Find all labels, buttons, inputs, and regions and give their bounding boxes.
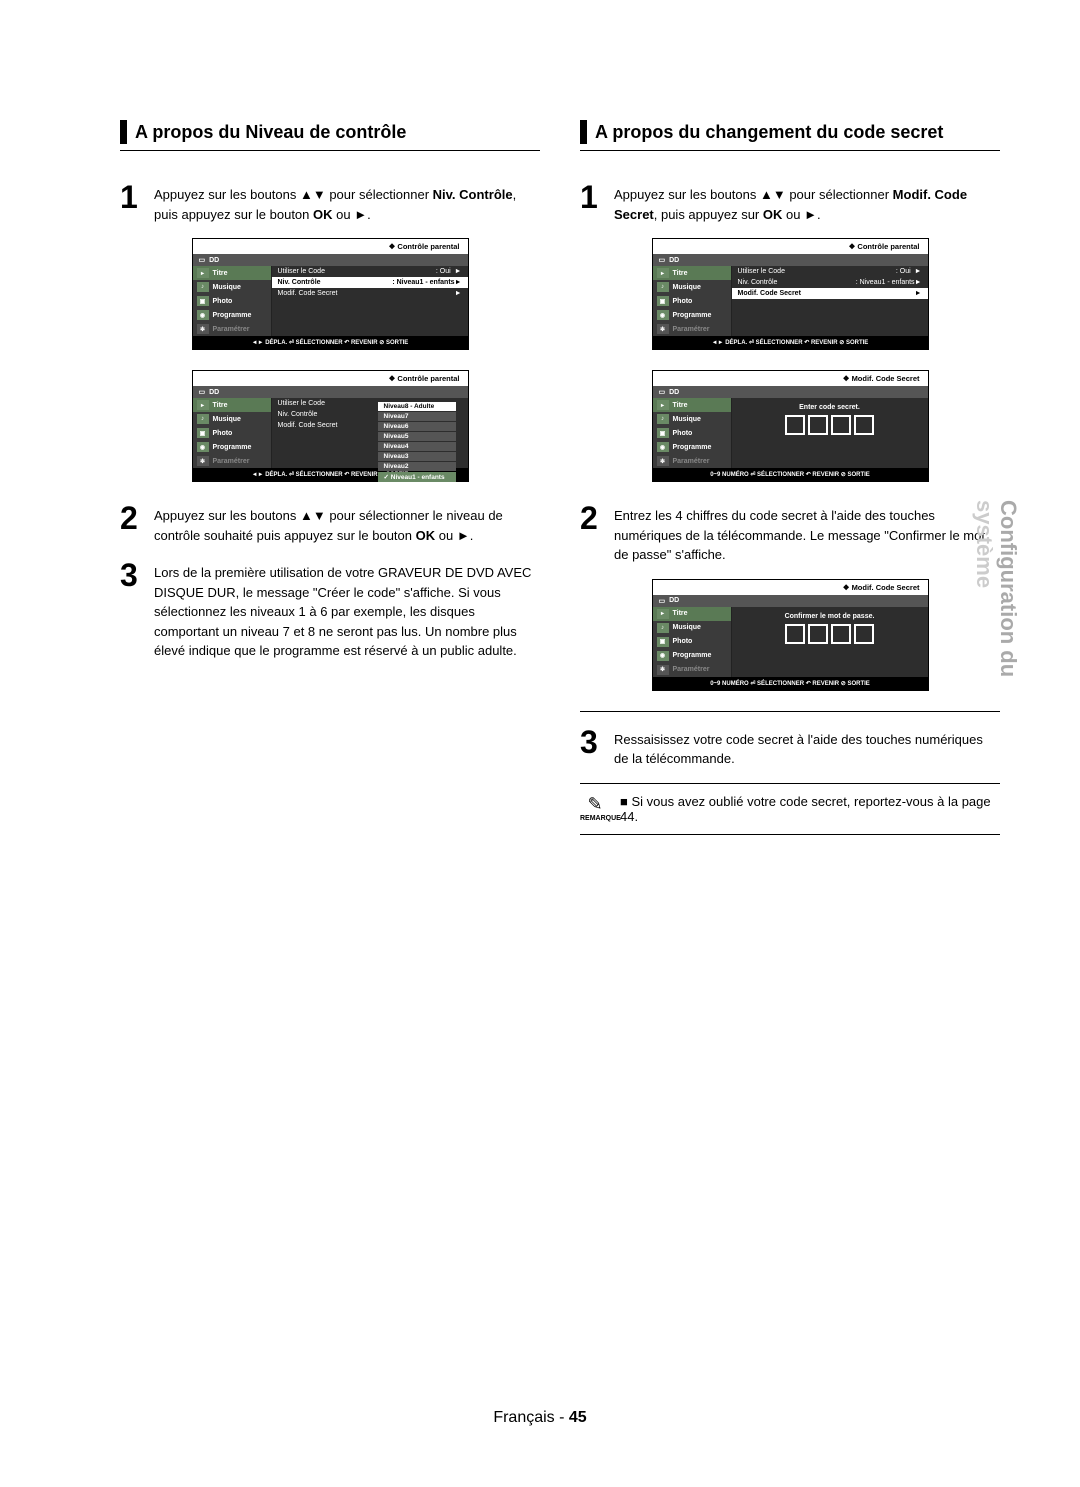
right-arrow-icon: ► — [457, 528, 470, 543]
left-step-1: 1 Appuyez sur les boutons ▲▼ pour sélect… — [120, 181, 540, 224]
photo-icon: ▣ — [657, 637, 669, 647]
osd-footer: ◄► DÉPLA. ⏎ SÉLECTIONNER ↶ REVENIR ⊘ SOR… — [193, 336, 468, 349]
right-arrow-icon: ► — [804, 207, 817, 222]
left-heading-text: A propos du Niveau de contrôle — [135, 122, 406, 143]
photo-icon: ▣ — [657, 428, 669, 438]
osd-enter-code: Modif. Code Secret ▭DD ▸Titre ♪Musique ▣… — [652, 370, 929, 482]
code-boxes — [732, 415, 928, 445]
gear-icon: ✻ — [197, 324, 209, 334]
right-heading: A propos du changement du code secret — [580, 120, 1000, 151]
gear-icon: ✻ — [657, 456, 669, 466]
left-heading: A propos du Niveau de contrôle — [120, 120, 540, 151]
hdd-icon: ▭ — [199, 388, 206, 396]
code-digit — [808, 415, 828, 435]
right-column: A propos du changement du code secret 1 … — [580, 120, 1000, 835]
heading-bar-icon — [580, 120, 587, 144]
music-icon: ♪ — [657, 414, 669, 424]
left-column: A propos du Niveau de contrôle 1 Appuyez… — [120, 120, 540, 835]
hdd-icon: ▭ — [659, 256, 666, 264]
left-step-2: 2 Appuyez sur les boutons ▲▼ pour sélect… — [120, 502, 540, 545]
gear-icon: ✻ — [197, 456, 209, 466]
code-digit — [831, 415, 851, 435]
code-digit — [854, 415, 874, 435]
program-icon: ◉ — [657, 651, 669, 661]
music-icon: ♪ — [657, 282, 669, 292]
note-text: ■ Si vous avez oublié votre code secret,… — [620, 794, 1000, 824]
photo-icon: ▣ — [197, 296, 209, 306]
code-digit — [785, 624, 805, 644]
program-icon: ◉ — [197, 442, 209, 452]
photo-icon: ▣ — [197, 428, 209, 438]
right-step-2: 2 Entrez les 4 chiffres du code secret à… — [580, 502, 1000, 565]
code-digit — [808, 624, 828, 644]
title-icon: ▸ — [657, 268, 669, 278]
osd-side-photo: ▣Photo — [193, 294, 271, 308]
program-icon: ◉ — [657, 310, 669, 320]
osd-parental-right: Contrôle parental ▭DD ▸Titre ♪Musique ▣P… — [652, 238, 929, 350]
osd-side-titre: ▸Titre — [193, 266, 271, 280]
music-icon: ♪ — [197, 282, 209, 292]
title-icon: ▸ — [197, 400, 209, 410]
right-step-3: 3 Ressaisissez votre code secret à l'aid… — [580, 726, 1000, 769]
title-icon: ▸ — [657, 400, 669, 410]
osd-parental-levels: Contrôle parental ▭DD ▸Titre ♪Musique ▣P… — [192, 370, 469, 482]
left-step1-text: Appuyez sur les boutons ▲▼ pour sélectio… — [154, 181, 540, 224]
osd-confirm-code: Modif. Code Secret ▭DD ▸Titre ♪Musique ▣… — [652, 579, 929, 691]
hdd-icon: ▭ — [659, 597, 666, 605]
program-icon: ◉ — [657, 442, 669, 452]
osd-highlight-modif: Modif. Code Secret► — [732, 288, 928, 299]
osd-title: Contrôle parental — [193, 239, 468, 254]
divider — [580, 711, 1000, 712]
left-step-3: 3 Lors de la première utilisation de vot… — [120, 559, 540, 661]
program-icon: ◉ — [197, 310, 209, 320]
heading-bar-icon — [120, 120, 127, 144]
up-down-icon: ▲▼ — [300, 187, 326, 202]
right-step-1: 1 Appuyez sur les boutons ▲▼ pour sélect… — [580, 181, 1000, 224]
code-digit — [785, 415, 805, 435]
title-icon: ▸ — [657, 609, 669, 619]
code-digit — [831, 624, 851, 644]
title-icon: ▸ — [197, 268, 209, 278]
osd-highlight-niv: Niv. Contrôle: Niveau1 - enfants► — [272, 277, 468, 288]
gear-icon: ✻ — [657, 665, 669, 675]
osd-dd-row: ▭DD — [193, 254, 468, 266]
note-icon: ✎ — [580, 794, 610, 815]
hdd-icon: ▭ — [659, 388, 666, 396]
up-down-icon: ▲▼ — [300, 508, 326, 523]
osd-side-programme: ◉Programme — [193, 308, 271, 322]
right-arrow-icon: ► — [354, 207, 367, 222]
osd-side-parametrer: ✻Paramétrer — [193, 322, 271, 336]
hdd-icon: ▭ — [199, 256, 206, 264]
note-block: ✎ REMARQUE ■ Si vous avez oublié votre c… — [580, 783, 1000, 835]
gear-icon: ✻ — [657, 324, 669, 334]
music-icon: ♪ — [197, 414, 209, 424]
osd-side-musique: ♪Musique — [193, 280, 271, 294]
up-down-icon: ▲▼ — [760, 187, 786, 202]
music-icon: ♪ — [657, 623, 669, 633]
section-tab: Configuration du système — [972, 500, 1020, 677]
photo-icon: ▣ — [657, 296, 669, 306]
step-number: 1 — [120, 181, 144, 224]
osd-parental-1: Contrôle parental ▭DD ▸Titre ♪Musique ▣P… — [192, 238, 469, 350]
page-footer: Français - 45 — [0, 1409, 1080, 1427]
code-digit — [854, 624, 874, 644]
